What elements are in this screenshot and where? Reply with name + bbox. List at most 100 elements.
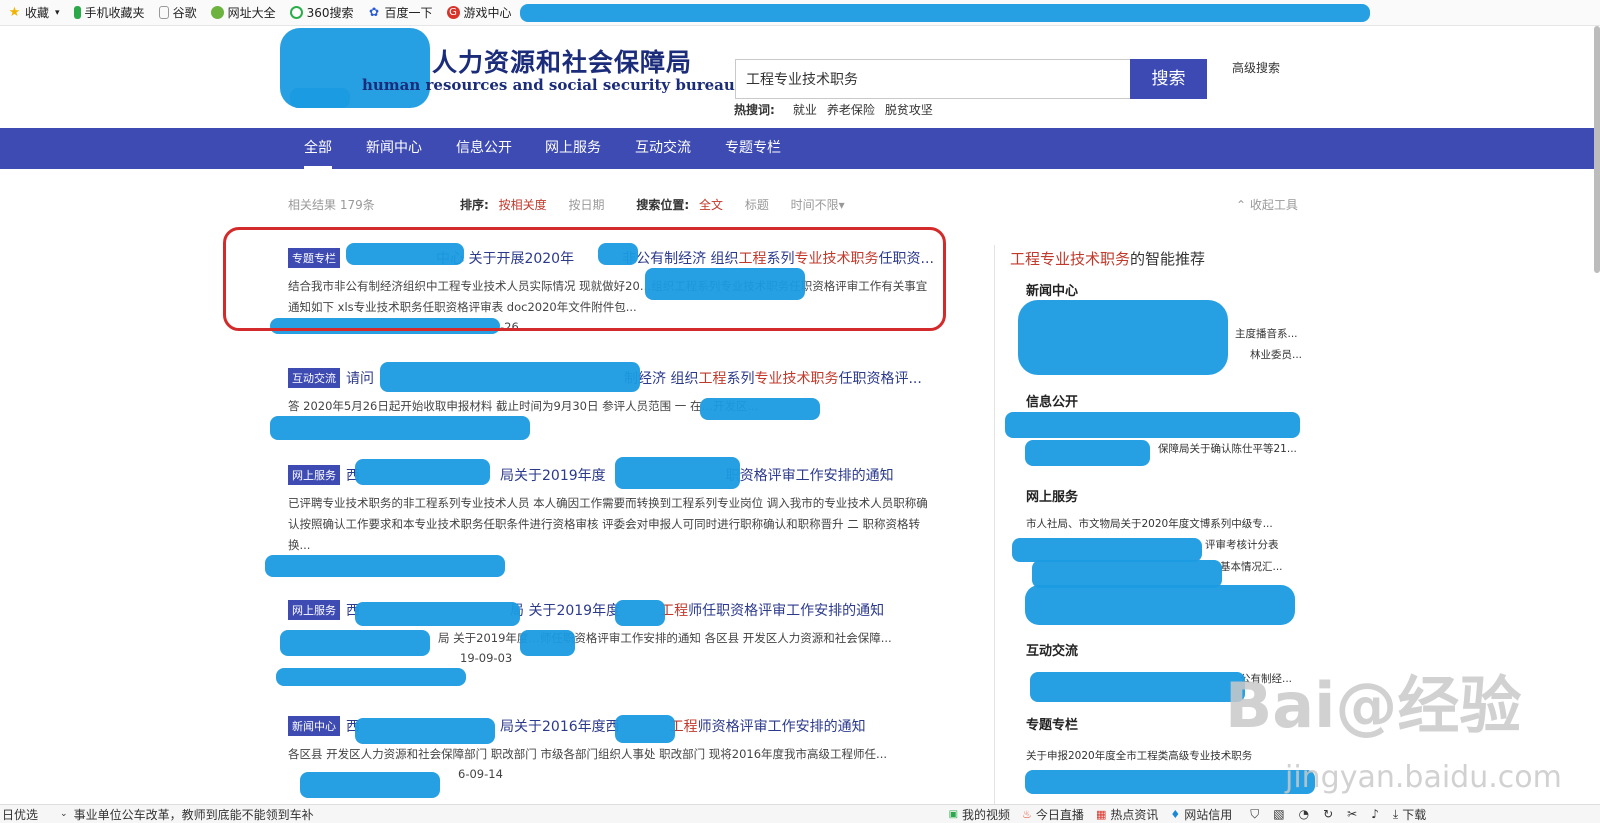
- side-section-interaction[interactable]: 互动交流: [1026, 640, 1078, 659]
- redaction: [380, 362, 640, 392]
- baidu-watermark: Bai@经验: [1225, 669, 1522, 742]
- tab-online-service[interactable]: 网上服务: [545, 128, 601, 169]
- time-filter[interactable]: 时间不限▾: [791, 198, 845, 212]
- side-link[interactable]: 市人社局、市文物局关于2020年度文博系列中级专...: [1026, 516, 1273, 531]
- search-button[interactable]: 搜索: [1130, 59, 1207, 99]
- hot-word[interactable]: 养老保险: [827, 101, 875, 118]
- tab-special[interactable]: 专题专栏: [725, 128, 781, 169]
- status-credit[interactable]: 网站信用: [1184, 806, 1232, 823]
- result-snippet: 已评聘专业技术职务的非工程系列专业技术人员 本人确因工作需要而转换到工程系列专业…: [288, 496, 928, 552]
- bookmark-favorites[interactable]: ★ 收藏 ▾: [8, 4, 60, 21]
- redaction: [615, 600, 665, 626]
- redaction: [1012, 538, 1202, 562]
- news-icon: ▦: [1095, 807, 1107, 821]
- side-section-online-service[interactable]: 网上服务: [1026, 486, 1078, 505]
- column-divider: [994, 245, 995, 805]
- chevron-down-icon: ⌄: [60, 809, 68, 819]
- result-tag: 网上服务: [288, 600, 340, 620]
- main-nav: 全部 新闻中心 信息公开 网上服务 互动交流 专题专栏: [0, 128, 1600, 169]
- bookmark-daquan[interactable]: 网址大全: [210, 4, 276, 21]
- tab-all[interactable]: 全部: [304, 128, 332, 169]
- hot-word[interactable]: 脱贫攻坚: [885, 101, 933, 118]
- redaction: [520, 630, 575, 656]
- position-fulltext[interactable]: 全文: [699, 198, 723, 212]
- redaction: [355, 459, 490, 485]
- redaction: [700, 398, 820, 420]
- speed-icon[interactable]: ◔: [1299, 807, 1309, 821]
- redaction: [270, 416, 530, 440]
- search-input[interactable]: 工程专业技术职务: [735, 59, 1131, 99]
- redaction: [300, 772, 440, 798]
- side-link[interactable]: 林业委员...: [1250, 347, 1302, 362]
- redaction: [1030, 672, 1245, 702]
- side-link[interactable]: 评审考核计分表: [1205, 537, 1279, 552]
- position-title[interactable]: 标题: [745, 198, 769, 212]
- highlight-circle: [223, 227, 946, 331]
- tab-news[interactable]: 新闻中心: [366, 128, 422, 169]
- tool-icon[interactable]: ✂: [1347, 807, 1357, 821]
- redaction: [1025, 585, 1295, 625]
- redaction: [615, 457, 740, 489]
- result-date: 6-09-14: [458, 767, 503, 781]
- collapse-tools[interactable]: ⌃ 收起工具: [1236, 196, 1298, 213]
- site-header: 人力资源和社会保障局 human resources and social se…: [0, 26, 1600, 126]
- sort-relevance[interactable]: 按相关度: [499, 198, 547, 212]
- bookmark-360[interactable]: 360搜索: [289, 4, 354, 21]
- result-snippet: 各区县 开发区人力资源和社会保障部门 职改部门 市级各部门组织人事处 职改部门 …: [288, 747, 888, 761]
- globe-icon: [210, 6, 224, 19]
- fire-icon: ♨: [1022, 807, 1032, 821]
- status-hot[interactable]: 热点资讯: [1110, 806, 1158, 823]
- status-news[interactable]: 事业单位公车改革，教师到底能不能领到车补: [74, 806, 314, 823]
- status-download[interactable]: 下载: [1402, 806, 1426, 823]
- hot-word[interactable]: 就业: [793, 101, 817, 118]
- ring-icon: [289, 6, 303, 19]
- hot-words: 热搜词: 就业 养老保险 脱贫攻坚: [734, 101, 943, 118]
- star-icon: ★: [8, 5, 21, 20]
- redaction: [355, 602, 520, 626]
- result-tag: 网上服务: [288, 465, 340, 485]
- sort-date[interactable]: 按日期: [568, 198, 604, 212]
- redaction: [265, 555, 505, 577]
- side-link[interactable]: 保障局关于确认陈仕平等21...: [1158, 441, 1297, 456]
- tab-interaction[interactable]: 互动交流: [635, 128, 691, 169]
- logo-redaction: [290, 88, 350, 108]
- play-icon: ▣: [948, 808, 959, 820]
- result-snippet: 答 2020年5月26日起开始收取申报材料 截止时间为9月30日 参评人员范围 …: [288, 399, 759, 413]
- page-icon: [158, 6, 169, 19]
- result-tag: 互动交流: [288, 368, 340, 388]
- side-link[interactable]: 主度播音系...: [1235, 326, 1298, 341]
- redaction: [1018, 300, 1228, 375]
- shield-icon[interactable]: ⛉: [1250, 807, 1259, 822]
- status-bar: 日优选 ⌄ 事业单位公车改革，教师到底能不能领到车补 ▣ 我的视频 ♨ 今日直播…: [0, 804, 1600, 823]
- side-section-news[interactable]: 新闻中心: [1026, 280, 1078, 299]
- side-link[interactable]: 关于申报2020年度全市工程类高级专业技术职务: [1026, 748, 1252, 763]
- redaction: [355, 718, 495, 744]
- sound-icon[interactable]: ♪: [1371, 807, 1379, 821]
- recommendation-title: 工程专业技术职务的智能推荐: [1010, 250, 1206, 268]
- status-live[interactable]: 今日直播: [1036, 806, 1084, 823]
- redaction: [520, 4, 1370, 22]
- sort-label: 排序:: [460, 198, 489, 212]
- tab-info[interactable]: 信息公开: [456, 128, 512, 169]
- image-icon[interactable]: ▧: [1273, 807, 1284, 821]
- redaction: [1025, 440, 1150, 466]
- result-count: 相关结果 179条: [288, 198, 375, 212]
- side-section-info[interactable]: 信息公开: [1026, 391, 1078, 410]
- bookmark-games[interactable]: G 游戏中心: [446, 4, 512, 21]
- redaction: [1025, 770, 1315, 794]
- bookmark-google[interactable]: 谷歌: [158, 4, 197, 21]
- bookmark-baidu[interactable]: ✿ 百度一下: [368, 4, 433, 21]
- redaction: [1032, 560, 1222, 588]
- redaction: [276, 668, 466, 686]
- drop-icon: ♦: [1170, 807, 1181, 821]
- status-left[interactable]: 日优选: [2, 806, 38, 823]
- redaction: [280, 630, 430, 656]
- smart-recommendation: 工程专业技术职务的智能推荐 新闻中心 主度播音系... 林业委员... 信息公开…: [1010, 248, 1310, 762]
- scrollbar[interactable]: [1594, 26, 1600, 273]
- status-video[interactable]: 我的视频: [962, 806, 1010, 823]
- refresh-icon[interactable]: ↻: [1323, 807, 1333, 821]
- side-section-special[interactable]: 专题专栏: [1026, 714, 1078, 733]
- bookmark-mobile[interactable]: 手机收藏夹: [73, 4, 145, 21]
- advanced-search-link[interactable]: 高级搜索: [1232, 59, 1280, 76]
- side-link[interactable]: 基本情况汇...: [1220, 559, 1283, 574]
